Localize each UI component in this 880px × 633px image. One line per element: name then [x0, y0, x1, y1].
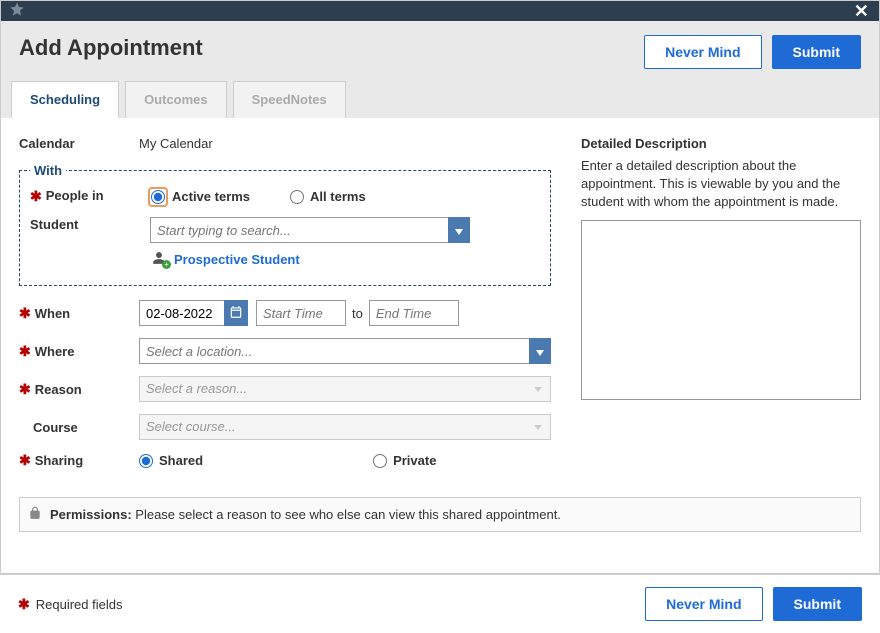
active-terms-radio[interactable] — [151, 190, 165, 204]
calendar-label: Calendar — [19, 136, 75, 151]
description-title: Detailed Description — [581, 136, 861, 151]
never-mind-button-footer[interactable]: Never Mind — [645, 587, 762, 621]
description-textarea[interactable] — [581, 220, 861, 400]
when-label: When — [35, 306, 70, 321]
course-label: Course — [33, 420, 78, 435]
calendar-button[interactable] — [224, 300, 248, 326]
reason-label: Reason — [35, 382, 82, 397]
prospective-student-link[interactable]: Prospective Student — [174, 252, 300, 267]
active-terms-label: Active terms — [172, 189, 250, 204]
tab-scheduling[interactable]: Scheduling — [11, 81, 119, 118]
to-text: to — [346, 306, 369, 321]
required-fields-text: Required fields — [36, 597, 123, 612]
chevron-down-icon — [536, 344, 544, 359]
course-select[interactable]: Select course... — [139, 414, 551, 440]
required-asterisk: ✱ — [18, 596, 30, 613]
private-radio[interactable] — [373, 454, 387, 468]
start-time-input[interactable] — [256, 300, 346, 326]
star-icon — [9, 5, 25, 20]
sharing-label: Sharing — [35, 453, 83, 468]
all-terms-radio[interactable] — [290, 190, 304, 204]
with-group: With ✱ People in Active terms All terms — [19, 163, 551, 286]
where-dropdown-button[interactable] — [529, 338, 551, 364]
chevron-down-icon — [455, 223, 463, 238]
lock-icon — [28, 506, 42, 523]
student-label: Student — [30, 217, 78, 232]
required-asterisk: ✱ — [30, 188, 42, 205]
all-terms-label: All terms — [310, 189, 366, 204]
required-asterisk: ✱ — [19, 305, 31, 322]
where-label: Where — [35, 344, 75, 359]
required-asterisk: ✱ — [19, 381, 31, 398]
submit-button[interactable]: Submit — [772, 35, 861, 69]
never-mind-button[interactable]: Never Mind — [644, 35, 761, 69]
private-label: Private — [393, 453, 436, 468]
submit-button-footer[interactable]: Submit — [773, 587, 862, 621]
with-legend: With — [30, 163, 66, 178]
permissions-label: Permissions: — [50, 507, 132, 522]
calendar-value: My Calendar — [139, 136, 213, 151]
end-time-input[interactable] — [369, 300, 459, 326]
date-input[interactable] — [139, 300, 224, 326]
page-title: Add Appointment — [19, 35, 203, 61]
description-body: Enter a detailed description about the a… — [581, 157, 861, 212]
where-select[interactable] — [139, 338, 529, 364]
user-plus-icon: + — [152, 251, 168, 267]
people-in-label: People in — [46, 188, 104, 204]
required-asterisk: ✱ — [19, 343, 31, 360]
tab-speednotes[interactable]: SpeedNotes — [233, 81, 346, 118]
required-asterisk: ✱ — [19, 452, 31, 469]
calendar-icon — [229, 305, 243, 322]
close-icon[interactable]: ✕ — [854, 2, 869, 20]
student-search-input[interactable] — [150, 217, 448, 243]
tab-outcomes[interactable]: Outcomes — [125, 81, 227, 118]
reason-select[interactable]: Select a reason... — [139, 376, 551, 402]
student-dropdown-button[interactable] — [448, 217, 470, 243]
shared-label: Shared — [159, 453, 203, 468]
permissions-text: Please select a reason to see who else c… — [135, 507, 561, 522]
shared-radio[interactable] — [139, 454, 153, 468]
